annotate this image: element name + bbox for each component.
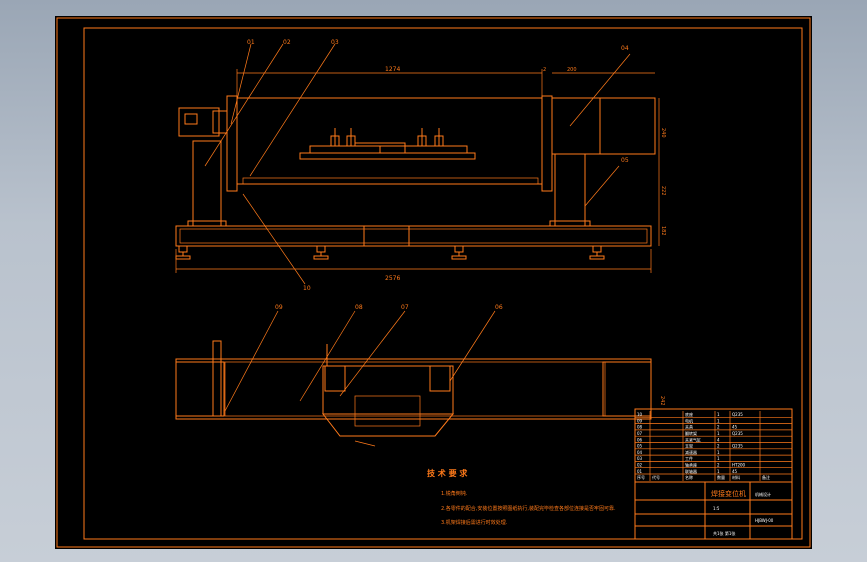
bom-cell: 04 xyxy=(637,450,643,455)
scale-value: 1:5 xyxy=(713,506,720,511)
bom-cell: 09 xyxy=(637,418,643,423)
bom-cell: 1 xyxy=(717,431,720,436)
front-view: 1274 2 200 2576 240 222 182 xyxy=(175,66,666,282)
bom-cell: 06 xyxy=(637,437,643,442)
bom-header: 数量 xyxy=(717,474,725,480)
callout-08: 08 xyxy=(355,304,363,311)
bom-cell: 1 xyxy=(717,450,720,455)
bom-cell: 2 xyxy=(717,425,720,430)
bom-cell: 03 xyxy=(637,456,643,461)
tech-req-title: 技 术 要 求 xyxy=(427,468,468,478)
tech-req-line3: 3.机架焊接后需进行时效处理. xyxy=(441,519,508,526)
left-flange xyxy=(226,95,238,192)
callout-05: 05 xyxy=(621,157,629,164)
reducer-motor xyxy=(599,97,656,155)
feet xyxy=(175,245,605,260)
callout-10: 10 xyxy=(303,285,311,292)
callout-07: 07 xyxy=(401,304,409,311)
bom-header: 材料 xyxy=(732,474,740,480)
dim-right-h3: 182 xyxy=(660,226,666,236)
sheet-info: 共1张 第1张 xyxy=(713,530,735,536)
tech-req-line1: 1.锐角倒钝. xyxy=(441,490,468,497)
bom-cell: 1 xyxy=(717,418,720,423)
bom-cell: 减速器 xyxy=(685,449,697,455)
tech-req-line2: 2.各零件的配合,安装位置按照图纸执行,装配完毕检查各部位连接是否牢固可靠. xyxy=(441,505,616,512)
bom-cell: 电机 xyxy=(685,417,693,423)
bom-cell: 45 xyxy=(732,469,738,474)
project-name: 焊接变位机 xyxy=(711,489,746,498)
bom-cell: 4 xyxy=(717,437,720,442)
bom-cell: 轴承座 xyxy=(685,462,697,468)
dim-side-b: 200 xyxy=(567,67,577,73)
bom-cell: Q235 xyxy=(732,412,743,417)
bom-header: 代号 xyxy=(652,474,660,480)
callouts-top: 09 08 07 06 xyxy=(275,304,503,311)
bom-cell: 08 xyxy=(637,425,643,430)
callout-03: 03 xyxy=(331,39,339,46)
bom-cell: 夹具 xyxy=(685,424,693,430)
reducer-box xyxy=(551,97,601,155)
callout-04: 04 xyxy=(621,45,629,52)
assembly-drawing: 1274 2 200 2576 240 222 182 01 02 03 04 … xyxy=(56,17,811,548)
callout-02: 02 xyxy=(283,39,291,46)
callout-01: 01 xyxy=(247,39,255,46)
bom-cell: 底座 xyxy=(685,411,693,417)
dim-right-h2: 222 xyxy=(660,186,666,196)
bom-cell: 01 xyxy=(637,469,643,474)
bom-cell: 工件 xyxy=(685,455,693,461)
plan-base xyxy=(175,358,652,420)
bom-cell: 1 xyxy=(717,469,720,474)
title-block: 10 底座 1 Q235 09 电机 1 08 夹具 2 45 07 翻转架 1 Q235 06 夹紧气缸 4 05… xyxy=(634,408,793,540)
top-view: 242 xyxy=(175,340,665,447)
workpiece-fixture xyxy=(299,128,476,160)
left-pedestal xyxy=(192,140,222,227)
callouts-front: 01 02 03 04 05 10 xyxy=(247,39,629,292)
bom-cell: Q235 xyxy=(732,431,743,436)
dim-right-h1: 240 xyxy=(660,128,666,138)
plan-fixture xyxy=(322,365,454,415)
callout-09: 09 xyxy=(275,304,283,311)
bom-cell: 支架 xyxy=(685,443,693,449)
dim-side-a: 2 xyxy=(543,67,546,73)
bom-cell: 翻转架 xyxy=(685,430,697,436)
dim-top-width: 1274 xyxy=(385,66,400,73)
callout-06: 06 xyxy=(495,304,503,311)
dim-bottom-len: 2576 xyxy=(385,275,400,282)
bom-cell: 05 xyxy=(637,444,643,449)
bom-cell: 02 xyxy=(637,463,643,468)
right-pedestal xyxy=(554,153,586,227)
bom-cell: Q235 xyxy=(732,444,743,449)
bom-cell: 2 xyxy=(717,463,720,468)
bom-header: 备注 xyxy=(762,474,770,480)
bom-cell: 2 xyxy=(717,444,720,449)
bom-cell: 联轴器 xyxy=(685,468,697,474)
company-name: 机械设计 xyxy=(755,491,771,497)
dim-plan-h: 242 xyxy=(659,396,665,406)
technical-requirements: 技 术 要 求 1.锐角倒钝. 2.各零件的配合,安装位置按照图纸执行,装配完毕… xyxy=(427,468,616,526)
leaders-front xyxy=(204,43,631,285)
rotating-frame xyxy=(236,97,543,185)
bom-header: 序号 xyxy=(637,474,645,480)
bom-header: 名称 xyxy=(685,474,693,480)
bom-cell: 10 xyxy=(637,412,643,417)
cad-viewport[interactable]: 1274 2 200 2576 240 222 182 01 02 03 04 … xyxy=(55,16,812,549)
bom-cell: 07 xyxy=(637,431,643,436)
bom-cell: 1 xyxy=(717,456,720,461)
bom-cell: HT200 xyxy=(732,463,746,468)
drawing-number: HJBWJ-00 xyxy=(755,518,774,523)
bom-cell: 45 xyxy=(732,425,738,430)
bom-cell: 1 xyxy=(717,412,720,417)
bom-cell: 夹紧气缸 xyxy=(685,436,701,442)
